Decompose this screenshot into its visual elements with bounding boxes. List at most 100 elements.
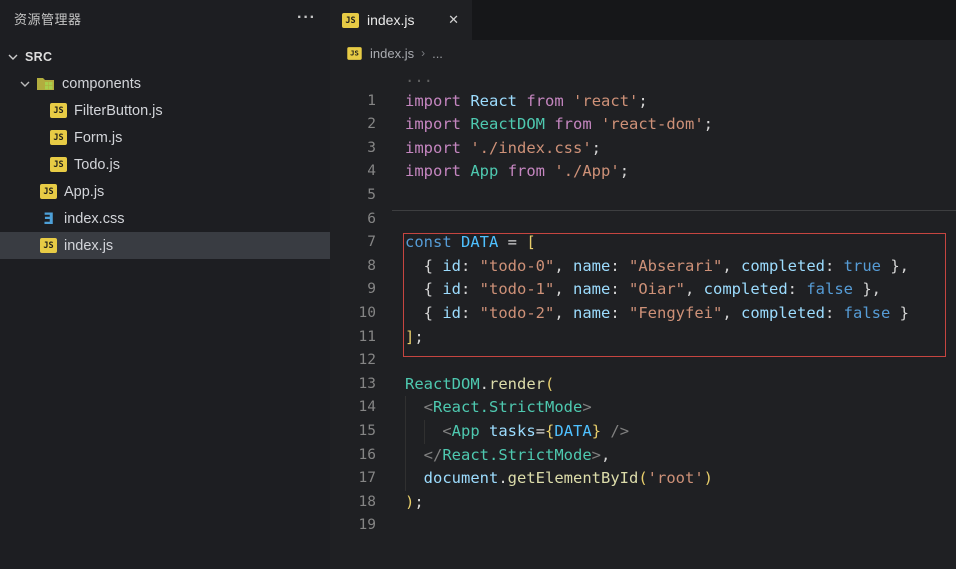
tree-item-label: FilterButton.js [74, 102, 163, 119]
section-divider-line [392, 210, 956, 211]
code-line[interactable]: 17 document.getElementById('root') [330, 467, 956, 491]
code-line-text: document.getElementById('root') [405, 467, 713, 491]
code-line-text: </React.StrictMode>, [405, 443, 610, 468]
indent-guide [423, 419, 425, 444]
code-line[interactable]: 19 [330, 514, 956, 538]
tree-item-filterbutton-js[interactable]: JS FilterButton.js [0, 97, 330, 124]
code-line[interactable]: 3 import './index.css'; [330, 137, 956, 161]
code-line-text: const DATA = [ [405, 233, 536, 252]
line-number[interactable]: 2 [330, 113, 376, 137]
code-line-text: import './index.css'; [405, 138, 602, 157]
tree-item-todo-js[interactable]: JS Todo.js [0, 151, 330, 178]
explorer-title-row: 资源管理器 ··· [0, 0, 330, 36]
code-line[interactable]: 4 import App from './App'; [330, 160, 956, 184]
line-number[interactable]: 4 [330, 160, 376, 184]
line-number[interactable]: 7 [330, 231, 376, 255]
line-number[interactable]: 15 [330, 420, 376, 444]
line-number[interactable]: 9 [330, 278, 376, 302]
code-line-text: import App from './App'; [405, 162, 630, 181]
line-number[interactable]: 17 [330, 467, 376, 491]
tab-label: index.js [367, 12, 415, 28]
code-line[interactable]: 11]; [330, 326, 956, 350]
tree-item-form-js[interactable]: JS Form.js [0, 124, 330, 151]
vscode-window: 资源管理器 ··· SRC components JS FilterButton.j… [0, 0, 956, 569]
code-line-text: { id: "todo-1", name: "Oiar", completed:… [405, 280, 882, 299]
code-line-text: { id: "todo-0", name: "Abserari", comple… [405, 256, 909, 275]
tree-item-label: App.js [64, 183, 105, 200]
js-file-icon: JS [50, 157, 67, 172]
code-line[interactable]: 7 const DATA = [ [330, 231, 956, 255]
line-number[interactable]: 5 [330, 184, 376, 208]
code-line[interactable]: 8 { id: "todo-0", name: "Abserari", comp… [330, 255, 956, 279]
code-line-text: <React.StrictMode> [405, 396, 592, 420]
line-number[interactable]: 1 [330, 90, 376, 114]
indent-guide [405, 419, 406, 444]
code-line-text: ]; [405, 327, 424, 346]
code-line[interactable]: 10 { id: "todo-2", name: "Fengyfei", com… [330, 302, 956, 326]
line-number[interactable]: 16 [330, 444, 376, 468]
tree-item-label: index.js [64, 237, 114, 254]
code-line-text: ReactDOM.render( [405, 374, 555, 393]
tree-item-index-css[interactable]: Ǝindex.css [0, 205, 330, 232]
tree-item-index-js[interactable]: JS index.js [0, 232, 330, 259]
folder-components-icon [36, 76, 55, 91]
tree-item-label: index.css [64, 210, 125, 227]
tab-bar: JS index.js ✕ [330, 0, 956, 40]
fold-ellipsis[interactable]: ... [405, 66, 433, 90]
code-line[interactable]: 6 [330, 208, 956, 232]
explorer-title: 资源管理器 [14, 11, 82, 27]
section-header-src[interactable]: SRC [0, 44, 330, 70]
section-label: SRC [25, 50, 53, 64]
editor-group: JS index.js ✕ JS index.js › ... ... 1 imp… [330, 0, 956, 569]
js-file-icon: JS [342, 12, 359, 28]
chevron-down-icon [6, 50, 20, 64]
code-line[interactable]: 16 </React.StrictMode>, [330, 443, 956, 468]
chevron-down-icon [18, 77, 32, 91]
js-file-icon: JS [347, 46, 362, 60]
tab-index-js[interactable]: JS index.js ✕ [330, 0, 472, 40]
breadcrumb-symbol-ellipsis[interactable]: ... [432, 46, 443, 61]
breadcrumb-file[interactable]: index.js [370, 46, 414, 61]
code-line[interactable]: 14 <React.StrictMode> [330, 396, 956, 420]
code-line[interactable]: 13 ReactDOM.render( [330, 373, 956, 397]
code-line[interactable]: 2 import ReactDOM from 'react-dom'; [330, 113, 956, 137]
js-file-icon: JS [40, 184, 57, 199]
breadcrumb: JS index.js › ... [330, 40, 956, 66]
code-line[interactable]: 5 [330, 184, 956, 208]
tree-item-label: components [62, 75, 142, 92]
code-editor[interactable]: ... 1 import React from 'react'; 2 import R… [330, 66, 956, 569]
indent-guide [405, 396, 406, 420]
tree-item-label: Todo.js [74, 156, 120, 173]
tree-item-label: Form.js [74, 129, 123, 146]
more-actions-icon[interactable]: ··· [297, 10, 316, 26]
js-file-icon: JS [40, 238, 57, 253]
line-number[interactable]: 11 [330, 326, 376, 350]
close-icon[interactable]: ✕ [445, 10, 462, 30]
line-number[interactable]: 8 [330, 255, 376, 279]
line-number[interactable]: 13 [330, 373, 376, 397]
tree-item-components[interactable]: components [0, 70, 330, 97]
line-number[interactable]: 14 [330, 396, 376, 420]
line-number[interactable]: 6 [330, 208, 376, 232]
explorer-sidebar: 资源管理器 ··· SRC components JS FilterButton.j… [0, 0, 330, 569]
code-line[interactable]: 18); [330, 491, 956, 515]
code-line[interactable]: 9 { id: "todo-1", name: "Oiar", complete… [330, 278, 956, 302]
code-line-text: ); [405, 492, 424, 511]
line-number[interactable]: 12 [330, 349, 376, 373]
line-number[interactable]: 18 [330, 491, 376, 515]
folded-region-hint[interactable]: ... [330, 66, 956, 90]
tree-item-app-js[interactable]: JS App.js [0, 178, 330, 205]
line-number[interactable]: 10 [330, 302, 376, 326]
code-line-text: import ReactDOM from 'react-dom'; [405, 115, 714, 134]
code-line-text: { id: "todo-2", name: "Fengyfei", comple… [405, 303, 910, 322]
file-tree: components JS FilterButton.js JS Form.js JS To… [0, 70, 330, 259]
line-number[interactable]: 3 [330, 137, 376, 161]
code-line[interactable]: 12 [330, 349, 956, 373]
css-file-icon: Ǝ [43, 209, 54, 228]
code-line[interactable]: 1 import React from 'react'; [330, 90, 956, 114]
js-file-icon: JS [50, 130, 67, 145]
line-number[interactable]: 19 [330, 514, 376, 538]
code-line-text: import React from 'react'; [405, 91, 648, 110]
code-line[interactable]: 15 <App tasks={DATA} /> [330, 419, 956, 444]
indent-guide [405, 443, 406, 468]
